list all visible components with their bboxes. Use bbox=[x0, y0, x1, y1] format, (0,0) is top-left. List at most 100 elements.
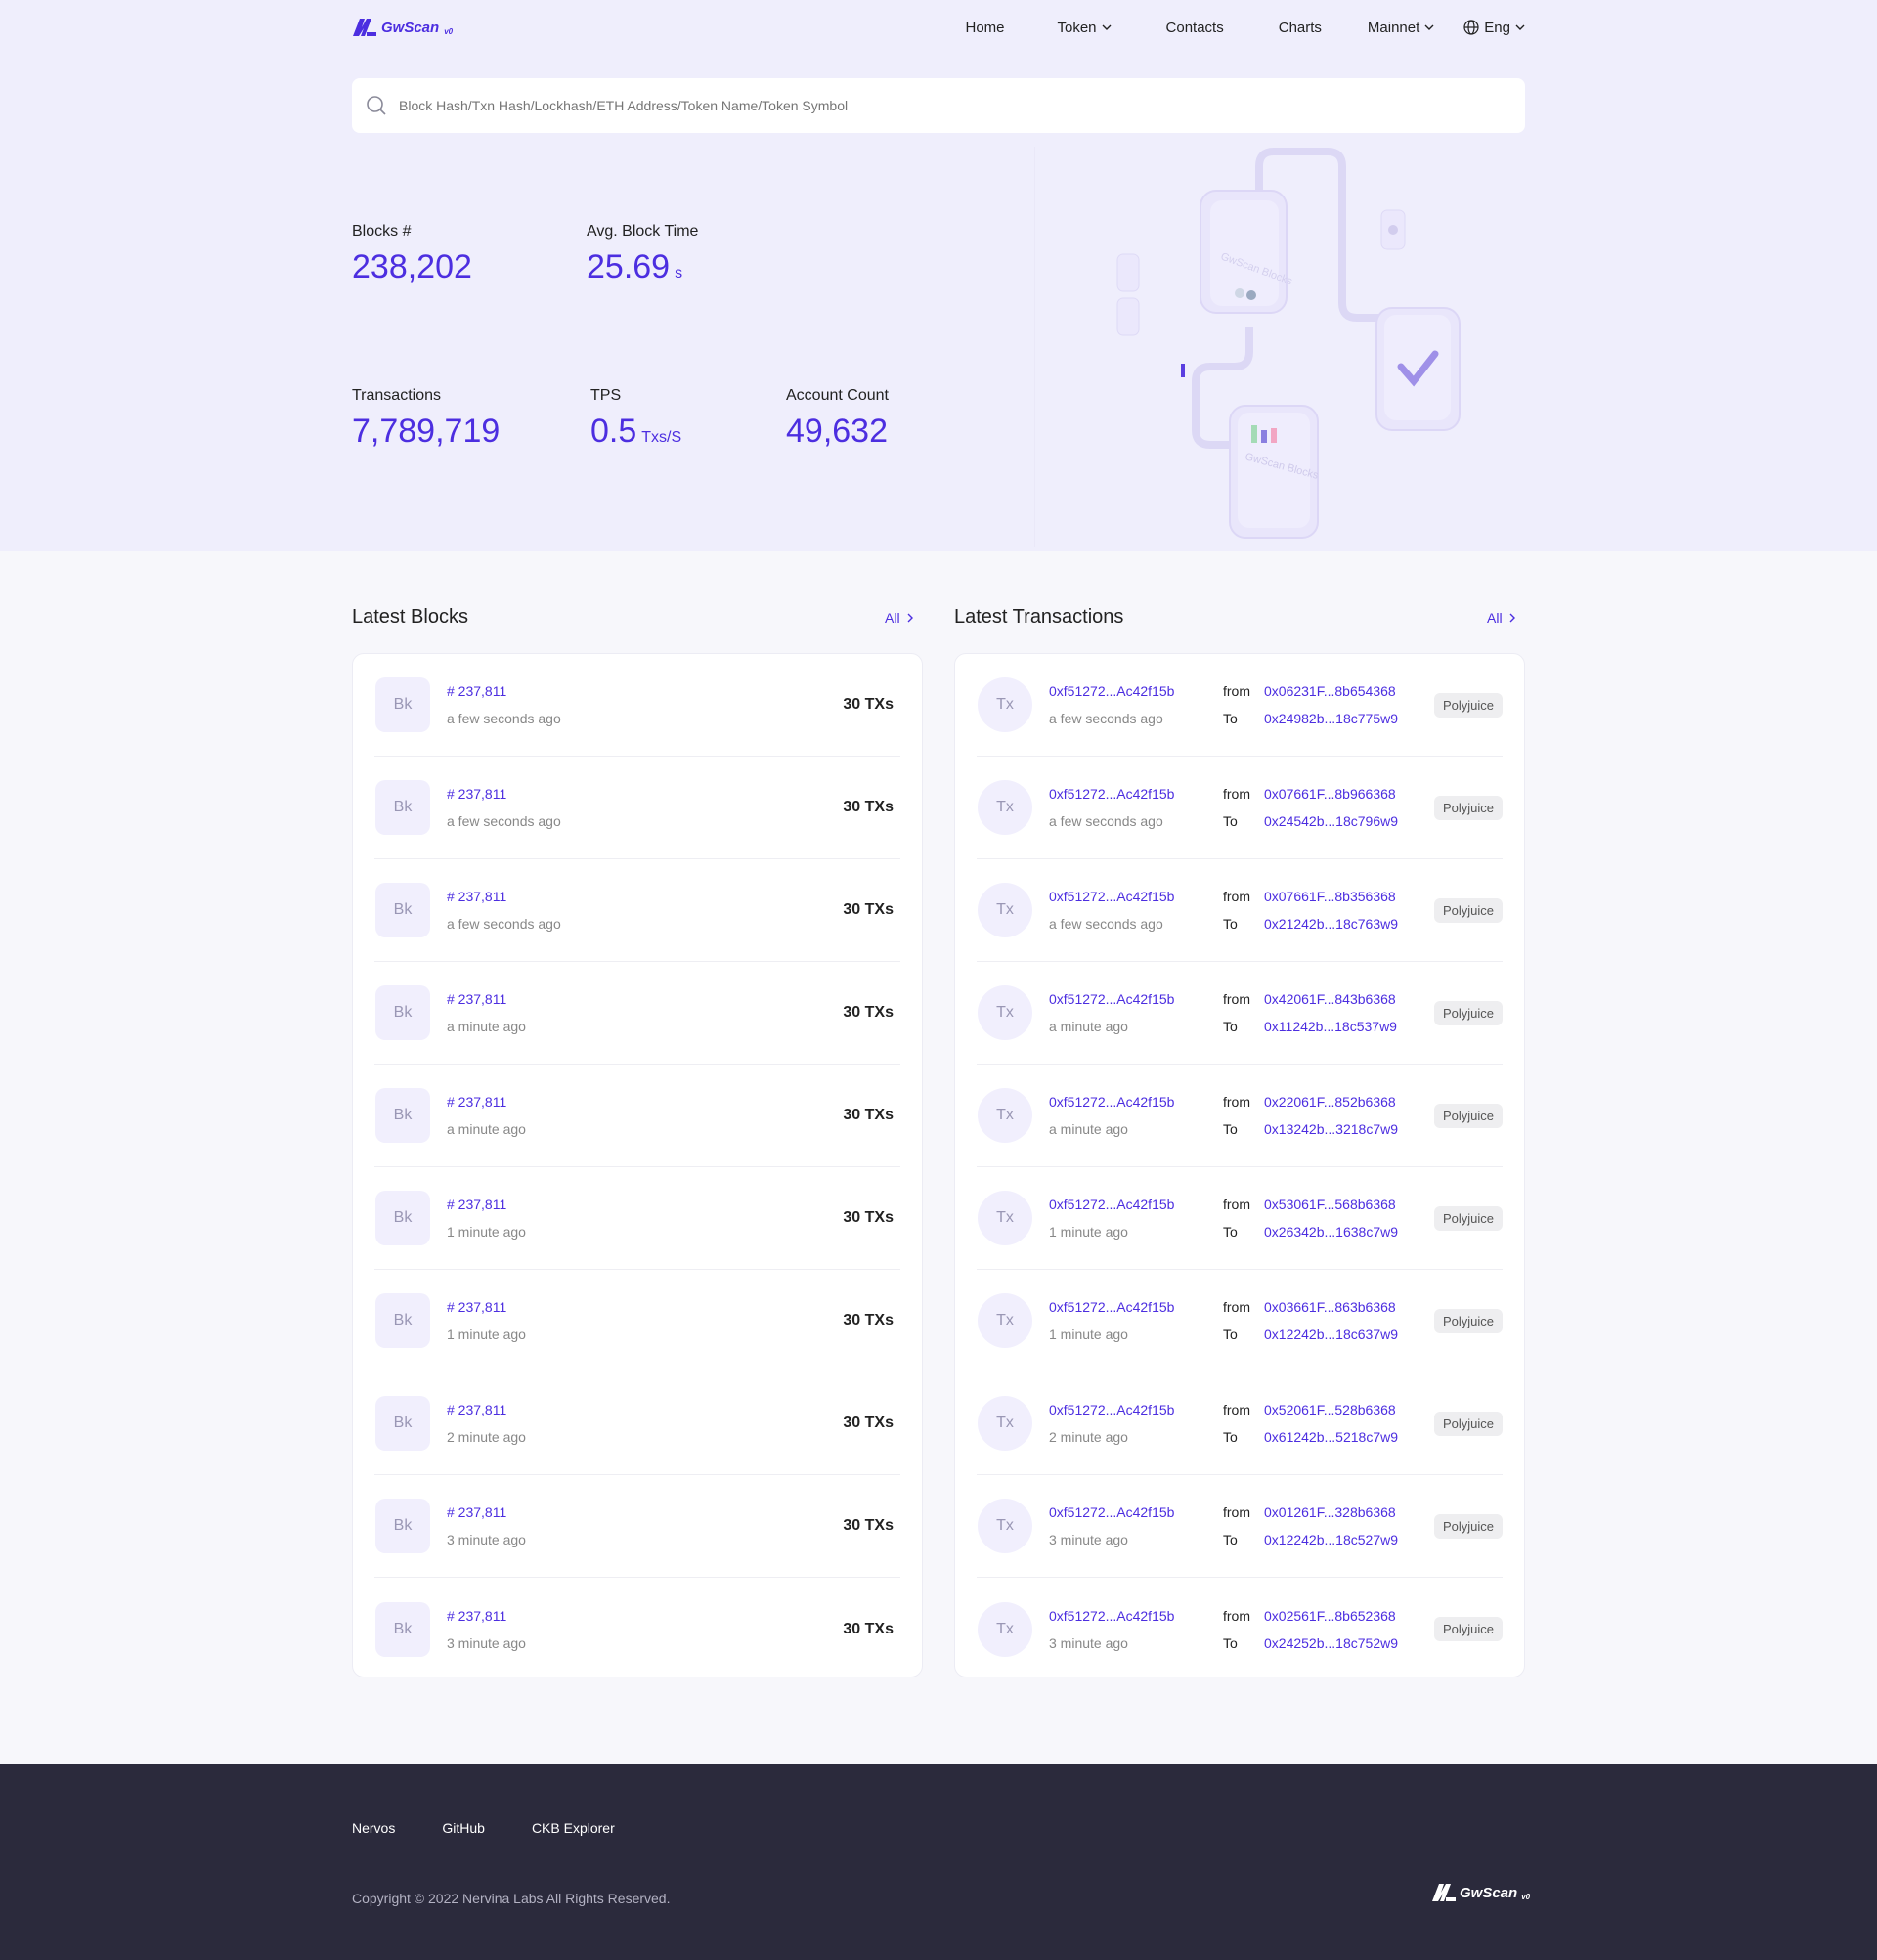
stat-value: 25.69 bbox=[587, 248, 671, 285]
footer-link-github[interactable]: GitHub bbox=[442, 1820, 485, 1836]
transaction-from-to: from 0x42061F...843b6368 To 0x11242b...18c5… bbox=[1223, 991, 1397, 1034]
stat-value-wrap: 0.5 Txs/S bbox=[590, 413, 681, 451]
from-label: from bbox=[1223, 1504, 1250, 1520]
latest-transactions-title: Latest Transactions bbox=[954, 606, 1124, 628]
main-menu: Home Token Contacts Charts Mainnet Eng bbox=[965, 20, 1525, 36]
from-address-link[interactable]: 0x06231F...8b654368 bbox=[1264, 683, 1396, 699]
stat-label: Avg. Block Time bbox=[587, 223, 699, 240]
block-number-link[interactable]: # 237,811 bbox=[447, 1504, 526, 1520]
transaction-age: a few seconds ago bbox=[1049, 916, 1163, 932]
transaction-type-badge: Polyjuice bbox=[1433, 897, 1503, 923]
nav-token[interactable]: Token bbox=[1058, 20, 1112, 36]
nav-home-label: Home bbox=[965, 19, 1005, 36]
from-label: from bbox=[1223, 683, 1250, 699]
nav-charts[interactable]: Charts bbox=[1279, 20, 1322, 36]
to-address-link[interactable]: 0x21242b...18c763w9 bbox=[1264, 916, 1398, 932]
block-row: Bk # 237,811 1 minute ago 30 TXs bbox=[374, 1167, 900, 1270]
stat-label: TPS bbox=[590, 387, 622, 404]
search-input[interactable] bbox=[399, 98, 1474, 113]
transaction-hash-link[interactable]: 0xf51272...Ac42f15b bbox=[1049, 1402, 1174, 1417]
chevron-down-icon bbox=[1424, 24, 1434, 30]
nav-network-select[interactable]: Mainnet bbox=[1368, 20, 1434, 36]
brand-logo[interactable]: GwScan v0 bbox=[352, 18, 453, 37]
to-address-link[interactable]: 0x61242b...5218c7w9 bbox=[1264, 1429, 1398, 1445]
from-label: from bbox=[1223, 1197, 1250, 1212]
footer-link-nervos[interactable]: Nervos bbox=[352, 1820, 395, 1836]
transaction-hash-link[interactable]: 0xf51272...Ac42f15b bbox=[1049, 991, 1174, 1007]
block-row: Bk # 237,811 3 minute ago 30 TXs bbox=[374, 1475, 900, 1578]
block-number-link[interactable]: # 237,811 bbox=[447, 1094, 526, 1110]
transaction-hash-link[interactable]: 0xf51272...Ac42f15b bbox=[1049, 1608, 1174, 1624]
stat-tps: TPS 0.5 Txs/S bbox=[590, 387, 681, 451]
block-badge: Bk bbox=[375, 1601, 430, 1657]
to-address-link[interactable]: 0x12242b...18c637w9 bbox=[1264, 1327, 1398, 1342]
search-icon bbox=[367, 96, 386, 115]
block-row: Bk # 237,811 1 minute ago 30 TXs bbox=[374, 1270, 900, 1372]
footer-copyright: Copyright © 2022 Nervina Labs All Rights… bbox=[352, 1891, 671, 1906]
block-number-link[interactable]: # 237,811 bbox=[447, 1299, 526, 1315]
transaction-row: Tx 0xf51272...Ac42f15b 3 minute ago from 0x0… bbox=[977, 1475, 1503, 1578]
from-label: from bbox=[1223, 991, 1250, 1007]
transaction-hash-link[interactable]: 0xf51272...Ac42f15b bbox=[1049, 786, 1174, 802]
latest-transactions-all-link[interactable]: All bbox=[1487, 610, 1516, 626]
hero-blocks-illustration: GwScan Blocks GwScan Blocks bbox=[1034, 147, 1461, 547]
block-age: 1 minute ago bbox=[447, 1224, 526, 1240]
all-link-label: All bbox=[885, 610, 900, 626]
transaction-hash-link[interactable]: 0xf51272...Ac42f15b bbox=[1049, 1197, 1174, 1212]
from-address-link[interactable]: 0x01261F...328b6368 bbox=[1264, 1504, 1396, 1520]
transaction-age: 2 minute ago bbox=[1049, 1429, 1128, 1445]
from-address-link[interactable]: 0x52061F...528b6368 bbox=[1264, 1402, 1396, 1417]
block-number-link[interactable]: # 237,811 bbox=[447, 683, 561, 699]
nav-language-select[interactable]: Eng bbox=[1463, 20, 1525, 36]
top-nav: GwScan v0 Home Token Contacts Charts Mai… bbox=[352, 0, 1525, 55]
to-address-link[interactable]: 0x11242b...18c537w9 bbox=[1264, 1019, 1397, 1034]
footer-brand-logo[interactable]: GwScan v0 bbox=[1431, 1883, 1530, 1902]
to-address-link[interactable]: 0x24982b...18c775w9 bbox=[1264, 711, 1398, 726]
transaction-type-badge: Polyjuice bbox=[1433, 1617, 1503, 1641]
transaction-hash-link[interactable]: 0xf51272...Ac42f15b bbox=[1049, 889, 1174, 904]
transaction-badge: Tx bbox=[978, 883, 1032, 937]
transaction-hash-link[interactable]: 0xf51272...Ac42f15b bbox=[1049, 1504, 1174, 1520]
latest-blocks-all-link[interactable]: All bbox=[885, 610, 914, 626]
to-address-link[interactable]: 0x13242b...3218c7w9 bbox=[1264, 1121, 1398, 1137]
transaction-age: a minute ago bbox=[1049, 1019, 1128, 1034]
block-tx-count: 30 TXs bbox=[843, 799, 894, 815]
block-number-link[interactable]: # 237,811 bbox=[447, 889, 561, 904]
from-address-link[interactable]: 0x42061F...843b6368 bbox=[1264, 991, 1396, 1007]
footer-links: Nervos GitHub CKB Explorer bbox=[352, 1820, 615, 1836]
nav-contacts[interactable]: Contacts bbox=[1166, 20, 1224, 36]
from-label: from bbox=[1223, 1607, 1250, 1624]
transaction-badge: Tx bbox=[978, 1191, 1032, 1245]
transaction-hash-link[interactable]: 0xf51272...Ac42f15b bbox=[1049, 683, 1174, 699]
footer-link-ckb-explorer[interactable]: CKB Explorer bbox=[532, 1820, 615, 1836]
transaction-hash-link[interactable]: 0xf51272...Ac42f15b bbox=[1049, 1299, 1174, 1315]
block-number-link[interactable]: # 237,811 bbox=[447, 991, 526, 1007]
block-number-link[interactable]: # 237,811 bbox=[447, 786, 561, 802]
from-address-link[interactable]: 0x22061F...852b6368 bbox=[1264, 1094, 1396, 1110]
to-address-link[interactable]: 0x12242b...18c527w9 bbox=[1264, 1532, 1398, 1547]
nav-token-label: Token bbox=[1057, 19, 1097, 36]
block-number-link[interactable]: # 237,811 bbox=[447, 1197, 526, 1212]
from-address-link[interactable]: 0x07661F...8b356368 bbox=[1264, 889, 1396, 904]
nav-home[interactable]: Home bbox=[965, 20, 1004, 36]
to-address-link[interactable]: 0x24542b...18c796w9 bbox=[1264, 813, 1398, 829]
to-label: To bbox=[1223, 1327, 1238, 1342]
block-badge: Bk bbox=[375, 677, 430, 732]
from-address-link[interactable]: 0x07661F...8b966368 bbox=[1264, 786, 1396, 802]
block-number-link[interactable]: # 237,811 bbox=[447, 1608, 526, 1624]
transaction-from-to: from 0x22061F...852b6368 To 0x13242b...3218… bbox=[1223, 1094, 1398, 1137]
block-age: 2 minute ago bbox=[447, 1429, 526, 1445]
to-address-link[interactable]: 0x24252b...18c752w9 bbox=[1264, 1635, 1398, 1651]
chevron-right-icon bbox=[1509, 613, 1515, 623]
transaction-hash-link[interactable]: 0xf51272...Ac42f15b bbox=[1049, 1094, 1174, 1110]
search-bar[interactable] bbox=[352, 78, 1525, 133]
from-address-link[interactable]: 0x03661F...863b6368 bbox=[1264, 1299, 1396, 1315]
transaction-type-badge: Polyjuice bbox=[1433, 692, 1503, 718]
block-number-link[interactable]: # 237,811 bbox=[447, 1402, 526, 1417]
to-address-link[interactable]: 0x26342b...1638c7w9 bbox=[1264, 1224, 1398, 1240]
from-address-link[interactable]: 0x02561F...8b652368 bbox=[1264, 1608, 1396, 1624]
chevron-down-icon bbox=[1102, 24, 1112, 30]
transaction-from-to: from 0x52061F...528b6368 To 0x61242b...5218… bbox=[1223, 1402, 1398, 1445]
transaction-type-badge: Polyjuice bbox=[1433, 795, 1503, 820]
from-address-link[interactable]: 0x53061F...568b6368 bbox=[1264, 1197, 1396, 1212]
